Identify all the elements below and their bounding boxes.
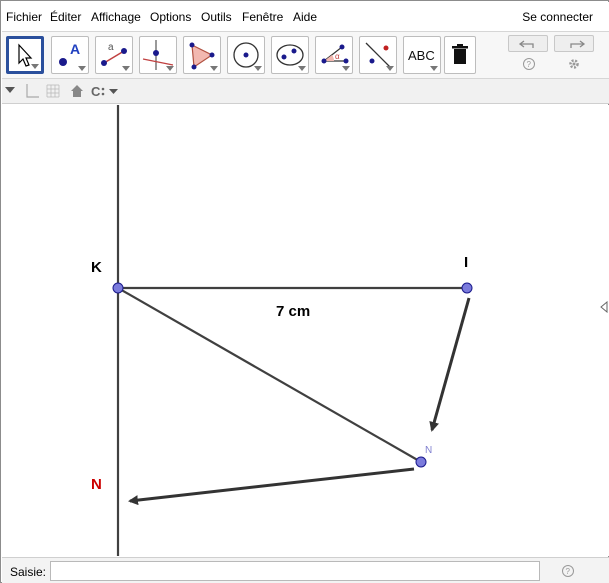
input-bar: Saisie: ?	[2, 557, 609, 583]
toolbar: A a α ABC ?	[2, 32, 609, 79]
segment-tool-button[interactable]: a	[95, 36, 133, 74]
label-n-image: N	[91, 476, 102, 493]
home-icon[interactable]	[69, 83, 85, 99]
gear-icon[interactable]	[567, 57, 581, 71]
menu-options[interactable]: Options	[150, 10, 191, 24]
point-i[interactable]	[461, 282, 473, 294]
segment-kn[interactable]	[117, 287, 422, 463]
label-i: I	[464, 254, 468, 271]
angle-tool-button[interactable]: α	[315, 36, 353, 74]
input-field[interactable]	[50, 561, 540, 581]
axes-icon[interactable]	[24, 83, 40, 99]
vector-n-n-image[interactable]	[128, 467, 415, 506]
construction-canvas[interactable]: K I 7 cm N N	[2, 105, 609, 556]
svg-text:?: ?	[566, 567, 571, 576]
point-capturing-icon[interactable]: C	[90, 83, 122, 99]
style-bar: C	[2, 79, 609, 104]
undo-button[interactable]	[508, 35, 548, 52]
menu-fichier[interactable]: Fichier	[6, 10, 42, 24]
grid-icon[interactable]	[45, 83, 61, 99]
svg-text:?: ?	[527, 60, 532, 69]
reflect-tool-button[interactable]	[359, 36, 397, 74]
move-tool-button[interactable]	[6, 36, 44, 74]
label-n-point: N	[425, 445, 432, 456]
menu-fenetre[interactable]: Fenêtre	[242, 10, 283, 24]
label-k: K	[91, 259, 102, 276]
label-segment-length: 7 cm	[276, 303, 310, 320]
conic-tool-button[interactable]	[271, 36, 309, 74]
svg-text:a: a	[108, 42, 114, 53]
perpendicular-tool-button[interactable]	[139, 36, 177, 74]
polygon-tool-button[interactable]	[183, 36, 221, 74]
menu-bar: Fichier Éditer Affichage Options Outils …	[2, 2, 609, 32]
redo-button[interactable]	[554, 35, 594, 52]
vector-i-n[interactable]	[429, 297, 471, 432]
toggle-stylebar-icon[interactable]	[4, 85, 16, 95]
point-k[interactable]	[112, 282, 124, 294]
svg-text:A: A	[70, 41, 80, 57]
svg-text:C: C	[91, 84, 101, 99]
help-icon[interactable]: ?	[522, 57, 536, 71]
help-icon[interactable]: ?	[561, 564, 575, 578]
svg-text:α: α	[335, 52, 340, 61]
redo-icon	[570, 40, 586, 48]
undo-icon	[518, 40, 534, 48]
trash-icon	[452, 44, 468, 64]
geogebra-window: Fichier Éditer Affichage Options Outils …	[0, 0, 609, 583]
text-tool-button[interactable]: ABC	[403, 36, 441, 74]
collapse-panel-icon[interactable]	[600, 301, 608, 313]
svg-text:ABC: ABC	[408, 48, 435, 63]
menu-editer[interactable]: Éditer	[50, 10, 81, 24]
delete-tool-button[interactable]	[444, 36, 476, 74]
login-link[interactable]: Se connecter	[522, 10, 593, 24]
input-label: Saisie:	[10, 565, 47, 579]
graphics-view[interactable]: K I 7 cm N N	[2, 105, 609, 556]
menu-aide[interactable]: Aide	[293, 10, 317, 24]
menu-outils[interactable]: Outils	[201, 10, 232, 24]
point-tool-button[interactable]: A	[51, 36, 89, 74]
point-n[interactable]	[415, 456, 427, 468]
circle-tool-button[interactable]	[227, 36, 265, 74]
menu-affichage[interactable]: Affichage	[91, 10, 141, 24]
